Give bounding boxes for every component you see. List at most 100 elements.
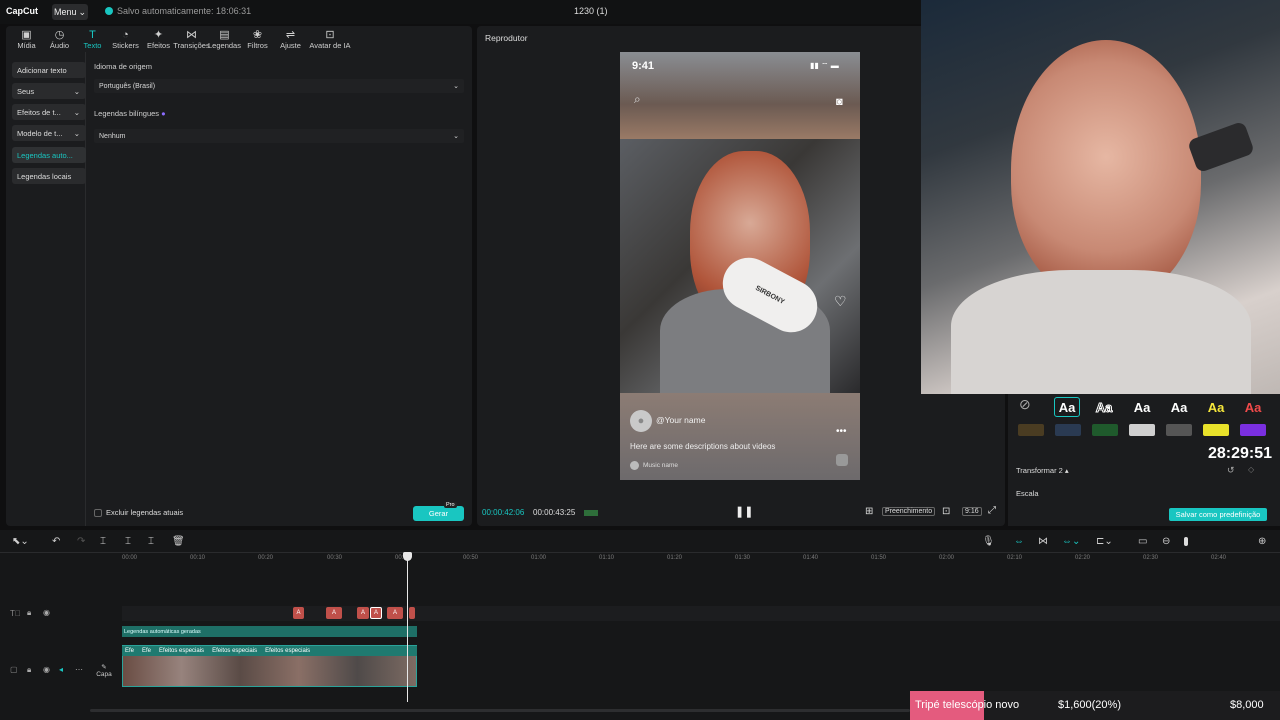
transform-label[interactable]: Transformar 2 ▴: [1016, 466, 1069, 475]
ruler-tick: 01:10: [599, 555, 615, 561]
tab-filters[interactable]: ❀ Filtros: [241, 26, 274, 52]
menu-button[interactable]: Menu ⌄: [52, 4, 88, 20]
audio-icon[interactable]: ◂: [59, 665, 63, 674]
text-icon: T: [89, 29, 96, 41]
tab-ai-avatar[interactable]: ⊡ Avatar de IA: [307, 26, 353, 52]
style-preset[interactable]: Aa: [1240, 397, 1266, 417]
side-item-yours[interactable]: Seus ⌄: [12, 83, 86, 99]
caption-clip-selected[interactable]: A: [370, 607, 382, 619]
ruler-tick: 00:50: [463, 555, 479, 561]
style-preset[interactable]: Aa: [1166, 397, 1192, 417]
effects-track[interactable]: Efe Efe Efeitos especiais Efeitos especi…: [122, 646, 417, 656]
tab-effects[interactable]: ✦ Efeitos: [142, 26, 175, 52]
caption-clip[interactable]: [409, 607, 415, 619]
delete-icon[interactable]: 🗑: [172, 536, 185, 547]
more-icon[interactable]: ⋯: [75, 665, 83, 674]
eye-icon[interactable]: ◉: [43, 608, 50, 617]
checkbox-box[interactable]: [94, 508, 102, 517]
keyframe-icon[interactable]: ◇: [1248, 465, 1254, 474]
tab-adjust[interactable]: ⇌ Ajuste: [274, 26, 307, 52]
fullscreen-icon[interactable]: ⤢: [988, 505, 996, 516]
side-item-auto-captions[interactable]: Legendas auto...: [12, 147, 86, 163]
side-item-add-text[interactable]: Adicionar texto: [12, 62, 86, 78]
side-item-label: Legendas auto...: [17, 150, 73, 160]
playhead-handle[interactable]: [403, 552, 412, 561]
caption-clip[interactable]: A: [357, 607, 369, 619]
snap-icon[interactable]: ⇔⌄: [1062, 536, 1080, 547]
bilingual-select[interactable]: Nenhum ⌄: [94, 129, 464, 143]
swatch[interactable]: [1129, 424, 1155, 436]
swatch[interactable]: [1166, 424, 1192, 436]
swatch[interactable]: [1092, 424, 1118, 436]
ruler-tick: 01:40: [803, 555, 819, 561]
zoom-out-icon[interactable]: ⊖: [1162, 536, 1170, 547]
preview-axis-icon[interactable]: ⊏⌄: [1096, 536, 1113, 547]
info-icon[interactable]: ●: [161, 109, 166, 118]
swatch[interactable]: [1055, 424, 1081, 436]
swatch[interactable]: [1203, 424, 1229, 436]
search-icon: ⌕: [634, 92, 641, 106]
save-preset-button[interactable]: Salvar como predefinição: [1169, 508, 1267, 521]
tab-stickers[interactable]: ◔ Stickers: [109, 26, 142, 52]
undo-icon[interactable]: ↶: [52, 536, 60, 547]
cover-button[interactable]: ✎ Capa: [92, 658, 116, 682]
tab-adjust-label: Ajuste: [280, 41, 301, 50]
tab-media[interactable]: ▣ Mídia: [10, 26, 43, 52]
source-language-select[interactable]: Português (Brasil) ⌄: [94, 79, 464, 93]
style-preset[interactable]: Aa: [1203, 397, 1229, 417]
subtitle-track[interactable]: Legendas automáticas geradas: [122, 626, 417, 637]
crop-icon[interactable]: ⊡: [942, 506, 950, 517]
exclude-captions-checkbox[interactable]: Excluir legendas atuais: [94, 508, 183, 517]
text-side-menu: [6, 52, 86, 526]
zoom-in-icon[interactable]: ⊕: [1258, 536, 1266, 547]
playhead[interactable]: [407, 552, 408, 702]
tab-audio[interactable]: ◷ Áudio: [43, 26, 76, 52]
generate-button[interactable]: Gerar: [413, 506, 464, 521]
stream-clock: 28:29:51: [1208, 445, 1273, 462]
reset-icon[interactable]: ↺: [1227, 465, 1235, 476]
lock-icon[interactable]: 🔒︎: [27, 608, 31, 618]
style-preset[interactable]: Aa: [1091, 397, 1117, 417]
description-text: Here are some descriptions about videos: [630, 442, 776, 451]
ruler-tick: 00:20: [258, 555, 274, 561]
side-item-local-captions[interactable]: Legendas locais: [12, 168, 86, 184]
select-tool-icon[interactable]: ⬉⌄: [12, 536, 29, 547]
streamer-face: [1011, 40, 1201, 300]
split-right-icon[interactable]: ⌶: [148, 536, 154, 547]
style-preset[interactable]: Aa: [1054, 397, 1080, 417]
link-clips-icon[interactable]: ⇔: [1014, 536, 1024, 547]
swatch[interactable]: [1240, 424, 1266, 436]
tab-transitions[interactable]: ⋈ Transições: [173, 26, 209, 52]
eye-icon[interactable]: ◉: [43, 665, 50, 674]
aspect-ratio-button[interactable]: 9:16: [962, 507, 982, 516]
tab-text[interactable]: T Texto: [76, 26, 109, 52]
music-disc-icon: [630, 461, 639, 470]
no-style-icon[interactable]: ⊘: [1019, 396, 1031, 413]
fill-mode-button[interactable]: Preenchimento: [882, 507, 936, 516]
chevron-down-icon: ⌄: [78, 6, 87, 17]
caption-clip[interactable]: A: [326, 607, 342, 619]
video-preview[interactable]: 9:41 ▮▮ ⌔ ▬ ⌕ ◙ SIRBONY ♡ ● @Your name •…: [620, 52, 860, 480]
style-preset[interactable]: Aa: [1129, 397, 1155, 417]
swatch[interactable]: [1018, 424, 1044, 436]
project-title[interactable]: 1230 (1): [574, 6, 608, 16]
timeline-scrollbar[interactable]: [90, 709, 910, 712]
split-icon[interactable]: ⌶: [100, 536, 106, 547]
fit-icon[interactable]: ⊞: [865, 506, 873, 517]
magnet-icon[interactable]: ⋈: [1038, 536, 1048, 547]
microphone-icon[interactable]: 🎙: [982, 536, 995, 547]
lock-icon[interactable]: 🔒︎: [27, 665, 31, 675]
tab-captions[interactable]: ▤ Legendas: [208, 26, 241, 52]
pause-icon[interactable]: ❚❚: [735, 505, 753, 518]
caption-clip[interactable]: A: [293, 607, 304, 619]
goal-amount: $1,600(20%): [1058, 699, 1121, 711]
redo-icon[interactable]: ↷: [77, 536, 85, 547]
caption-track-icon[interactable]: ▭: [1138, 536, 1147, 547]
signal-battery-icon: ▮▮ ⌔ ▬: [810, 61, 839, 70]
caption-clip[interactable]: A: [387, 607, 403, 619]
side-item-text-effects[interactable]: Efeitos de t... ⌄: [12, 104, 86, 120]
tab-stickers-label: Stickers: [112, 41, 139, 50]
side-item-text-templates[interactable]: Modelo de t... ⌄: [12, 125, 86, 141]
zoom-slider-handle[interactable]: [1184, 537, 1188, 546]
split-left-icon[interactable]: ⌶: [125, 536, 131, 547]
